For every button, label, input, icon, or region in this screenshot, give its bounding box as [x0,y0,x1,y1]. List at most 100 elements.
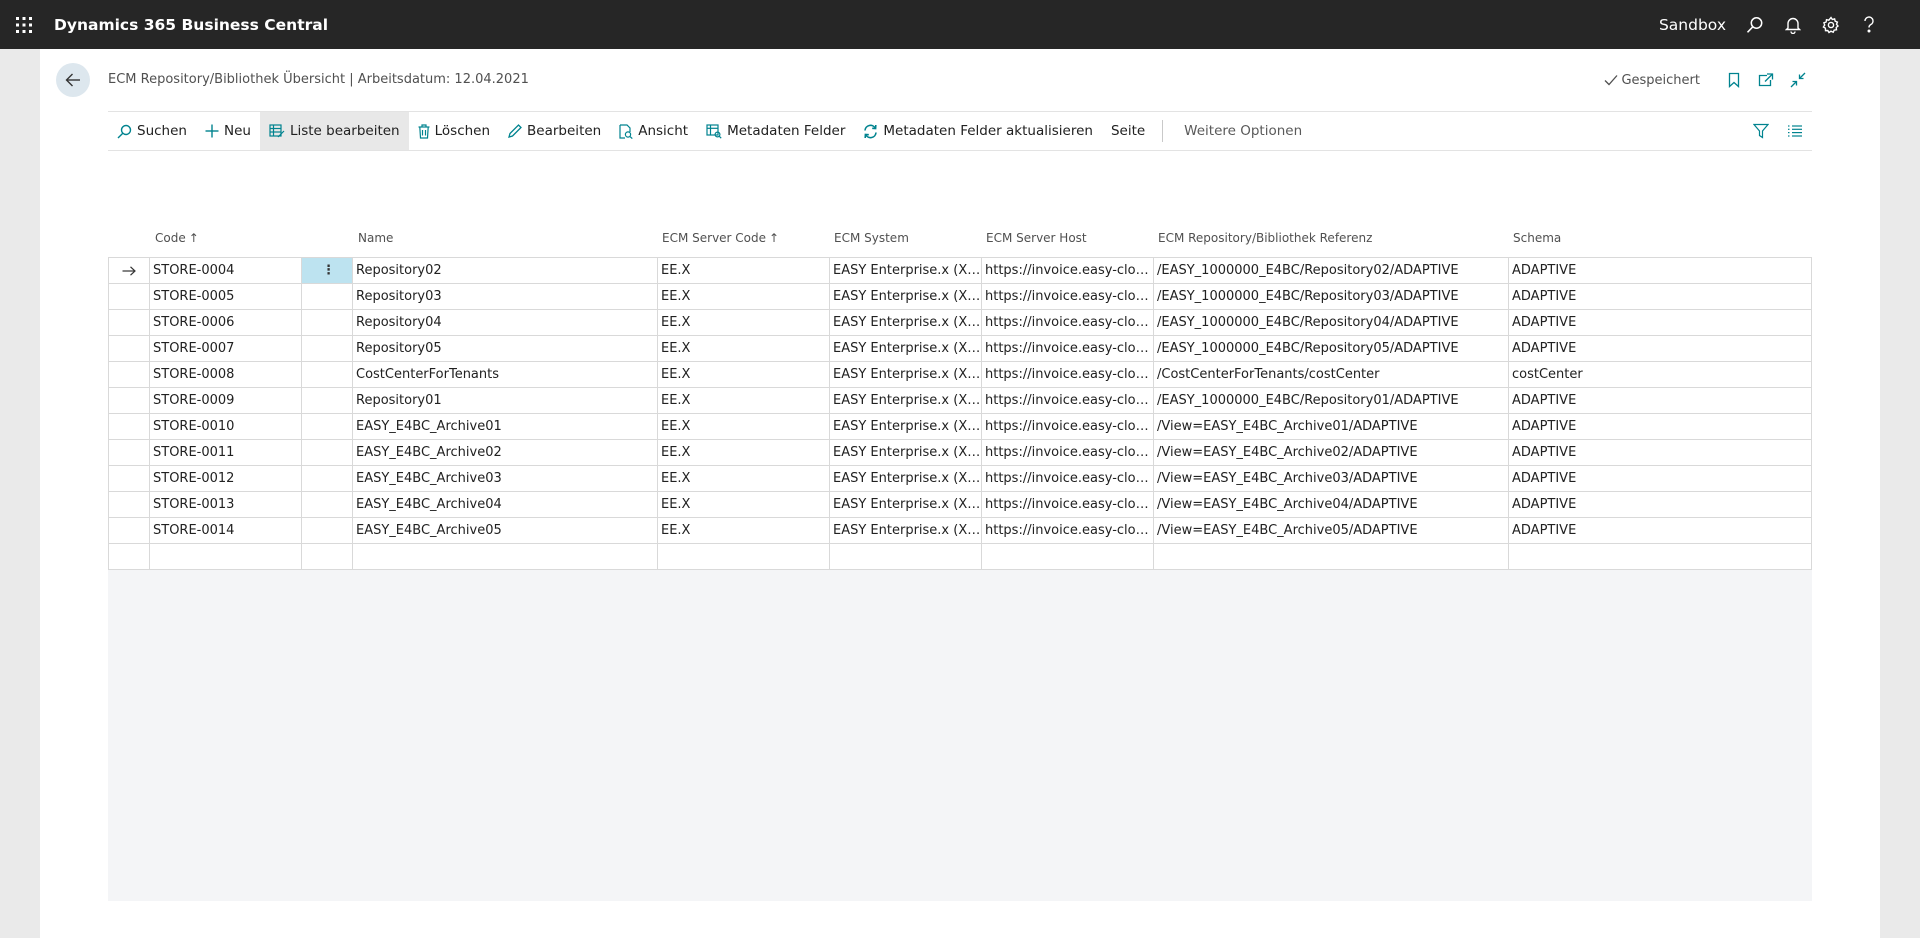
row-selector[interactable] [109,414,149,439]
row-selector[interactable] [109,336,149,361]
row-selector[interactable] [109,466,149,491]
cell-schema[interactable] [1508,544,1811,569]
cell-ecm-system[interactable]: EASY Enterprise.x (XM... [829,362,981,387]
cell-row-menu[interactable] [301,388,352,413]
cell-row-menu[interactable] [301,284,352,309]
cell-ecm-system[interactable]: EASY Enterprise.x (XM... [829,492,981,517]
cell-ecm-reference[interactable]: /EASY_1000000_E4BC/Repository01/ADAPTIVE [1153,388,1508,413]
cell-ecm-server-code[interactable] [657,544,829,569]
cell-ecm-server-host[interactable]: https://invoice.easy-clou... [981,440,1153,465]
cell-row-menu[interactable] [301,466,352,491]
cell-ecm-system[interactable]: EASY Enterprise.x (XM... [829,414,981,439]
table-row[interactable]: STORE-0006 Repository04 EE.X EASY Enterpris… [108,310,1812,336]
cell-ecm-server-code[interactable]: EE.X [657,284,829,309]
column-header-ecm-reference[interactable]: ECM Repository/Bibliothek Referenz [1158,231,1372,245]
cell-ecm-reference[interactable]: /View=EASY_E4BC_Archive04/ADAPTIVE [1153,492,1508,517]
cell-ecm-reference[interactable]: /CostCenterForTenants/costCenter [1153,362,1508,387]
more-options-button[interactable]: Weitere Optionen [1175,112,1311,150]
table-row[interactable]: STORE-0008 CostCenterForTenants EE.X EASY E… [108,362,1812,388]
table-row[interactable]: STORE-0014 EASY_E4BC_Archive05 EE.X EASY En… [108,518,1812,544]
cell-row-menu[interactable]: ⋮ [301,258,352,283]
cell-name[interactable]: EASY_E4BC_Archive05 [352,518,657,543]
cell-name[interactable]: EASY_E4BC_Archive01 [352,414,657,439]
row-selector[interactable] [109,362,149,387]
gear-icon[interactable] [1812,0,1850,49]
cell-code[interactable]: STORE-0007 [149,336,301,361]
cell-ecm-system[interactable]: EASY Enterprise.x (XM... [829,388,981,413]
cell-name[interactable]: Repository03 [352,284,657,309]
cell-schema[interactable]: ADAPTIVE [1508,284,1811,309]
cell-ecm-server-code[interactable]: EE.X [657,466,829,491]
row-actions-ellipsis-icon[interactable]: ⋮ [305,259,352,282]
cell-schema[interactable]: ADAPTIVE [1508,466,1811,491]
table-row[interactable]: STORE-0012 EASY_E4BC_Archive03 EE.X EASY En… [108,466,1812,492]
cell-ecm-system[interactable]: EASY Enterprise.x (XM... [829,284,981,309]
cell-row-menu[interactable] [301,414,352,439]
collapse-icon[interactable] [1782,63,1814,97]
cell-schema[interactable]: ADAPTIVE [1508,440,1811,465]
row-selector[interactable] [109,310,149,335]
cell-ecm-system[interactable] [829,544,981,569]
cell-schema[interactable]: ADAPTIVE [1508,336,1811,361]
cell-name[interactable]: EASY_E4BC_Archive02 [352,440,657,465]
cell-ecm-system[interactable]: EASY Enterprise.x (XM... [829,518,981,543]
cell-ecm-system[interactable]: EASY Enterprise.x (XM... [829,440,981,465]
cell-ecm-server-host[interactable]: https://invoice.easy-clou... [981,362,1153,387]
cell-row-menu[interactable] [301,310,352,335]
metadata-fields-button[interactable]: Metadaten Felder [697,112,854,150]
cell-ecm-reference[interactable] [1153,544,1508,569]
cell-ecm-server-code[interactable]: EE.X [657,518,829,543]
cell-schema[interactable]: ADAPTIVE [1508,414,1811,439]
cell-row-menu[interactable] [301,518,352,543]
cell-name[interactable]: EASY_E4BC_Archive03 [352,466,657,491]
bell-icon[interactable] [1774,0,1812,49]
view-button[interactable]: Ansicht [610,112,697,150]
cell-row-menu[interactable] [301,362,352,387]
cell-row-menu[interactable] [301,336,352,361]
cell-name[interactable]: Repository04 [352,310,657,335]
cell-schema[interactable]: ADAPTIVE [1508,310,1811,335]
cell-code[interactable]: STORE-0011 [149,440,301,465]
table-row[interactable]: STORE-0013 EASY_E4BC_Archive04 EE.X EASY En… [108,492,1812,518]
cell-code[interactable] [149,544,301,569]
cell-ecm-server-code[interactable]: EE.X [657,336,829,361]
search-button[interactable]: Suchen [108,112,196,150]
row-selector[interactable] [109,518,149,543]
cell-ecm-server-code[interactable]: EE.X [657,440,829,465]
row-selector[interactable] [109,258,149,283]
cell-name[interactable] [352,544,657,569]
row-selector[interactable] [109,388,149,413]
cell-row-menu[interactable] [301,492,352,517]
cell-ecm-reference[interactable]: /View=EASY_E4BC_Archive03/ADAPTIVE [1153,466,1508,491]
metadata-fields-refresh-button[interactable]: Metadaten Felder aktualisieren [854,112,1102,150]
cell-ecm-reference[interactable]: /EASY_1000000_E4BC/Repository05/ADAPTIVE [1153,336,1508,361]
cell-code[interactable]: STORE-0009 [149,388,301,413]
cell-code[interactable]: STORE-0010 [149,414,301,439]
table-row[interactable] [108,544,1812,570]
filter-icon[interactable] [1744,112,1778,150]
cell-ecm-server-code[interactable]: EE.X [657,258,829,283]
table-row[interactable]: STORE-0004 ⋮ Repository02 EE.X EASY Enterpri… [108,258,1812,284]
cell-ecm-reference[interactable]: /EASY_1000000_E4BC/Repository04/ADAPTIVE [1153,310,1508,335]
row-selector[interactable] [109,440,149,465]
cell-ecm-server-host[interactable]: https://invoice.easy-clou... [981,336,1153,361]
page-menu-button[interactable]: Seite [1102,112,1154,150]
cell-name[interactable]: Repository02 [352,258,657,283]
cell-code[interactable]: STORE-0012 [149,466,301,491]
cell-ecm-system[interactable]: EASY Enterprise.x (XM... [829,310,981,335]
cell-ecm-server-host[interactable]: https://invoice.easy-clou... [981,518,1153,543]
edit-list-button[interactable]: Liste bearbeiten [259,112,409,150]
cell-ecm-server-code[interactable]: EE.X [657,492,829,517]
column-header-code[interactable]: Code ↑ [155,231,199,245]
row-selector[interactable] [109,544,149,569]
cell-code[interactable]: STORE-0005 [149,284,301,309]
new-button[interactable]: Neu [196,112,260,150]
cell-name[interactable]: Repository01 [352,388,657,413]
cell-code[interactable]: STORE-0004 [149,258,301,283]
cell-ecm-reference[interactable]: /View=EASY_E4BC_Archive05/ADAPTIVE [1153,518,1508,543]
cell-name[interactable]: EASY_E4BC_Archive04 [352,492,657,517]
table-row[interactable]: STORE-0010 EASY_E4BC_Archive01 EE.X EASY En… [108,414,1812,440]
help-icon[interactable] [1850,0,1888,49]
row-selector[interactable] [109,284,149,309]
cell-code[interactable]: STORE-0006 [149,310,301,335]
